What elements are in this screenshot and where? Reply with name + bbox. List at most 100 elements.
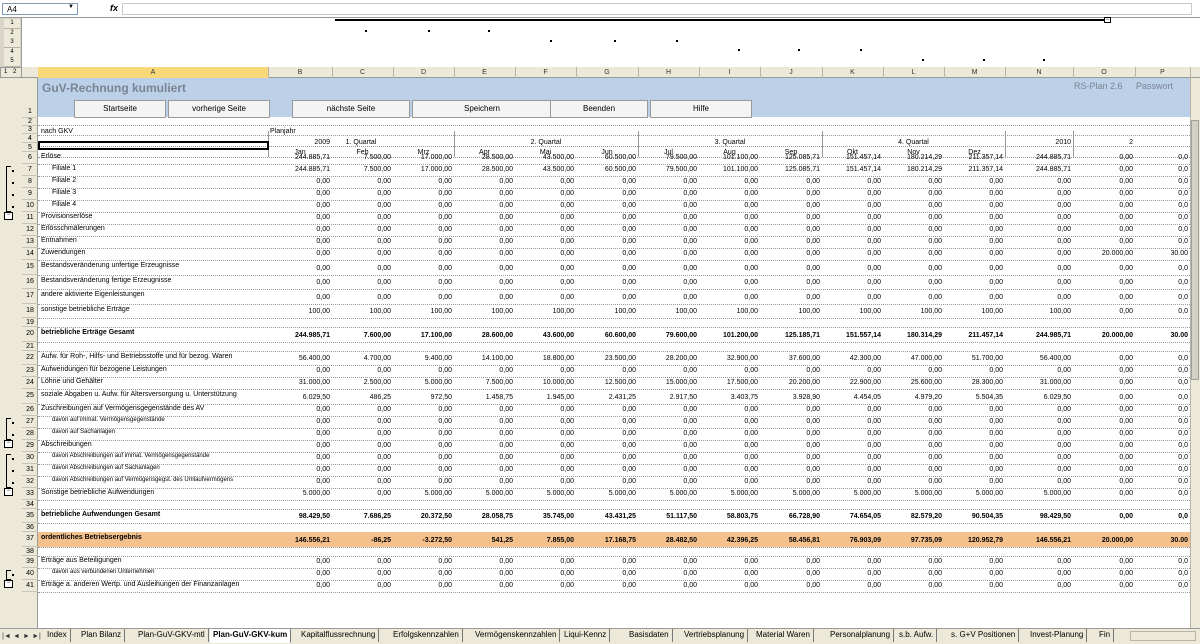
cell-e[interactable]: 0,00 [454, 214, 515, 221]
column-header-p[interactable]: P [1135, 67, 1191, 78]
cell-m[interactable]: 0,00 [944, 238, 1005, 245]
cell-i[interactable]: 0,00 [699, 294, 760, 301]
cell-j[interactable]: 0,00 [760, 279, 822, 286]
table-row[interactable]: soziale Abgaben u. Aufw. für Altersverso… [38, 389, 1190, 404]
cell-j[interactable]: 0,00 [760, 190, 822, 197]
sheet-tab-fin[interactable]: Fin [1096, 629, 1115, 642]
cell-h[interactable]: 0,00 [638, 178, 699, 185]
cell-g[interactable]: 0,00 [576, 570, 638, 577]
cell-p[interactable]: 0,0 [1135, 355, 1190, 362]
cell-m[interactable]: 5.000,00 [944, 490, 1005, 497]
cell-j[interactable]: 0,00 [760, 478, 822, 485]
cell-k[interactable]: 0,00 [822, 582, 883, 589]
cell-l[interactable]: 47.000,00 [883, 355, 944, 362]
cell-m[interactable]: 0,00 [944, 202, 1005, 209]
row-header-35[interactable]: 35 [22, 509, 38, 523]
cell-c[interactable]: 0,00 [332, 279, 393, 286]
cell-b[interactable]: 0,00 [268, 367, 332, 374]
cell-i[interactable]: 0,00 [699, 442, 760, 449]
cell-l[interactable]: 0,00 [883, 294, 944, 301]
cell-i[interactable]: 0,00 [699, 265, 760, 272]
cell-j[interactable]: 0,00 [760, 570, 822, 577]
cell-k[interactable]: 0,00 [822, 570, 883, 577]
cell-d[interactable]: -3.272,50 [393, 537, 454, 544]
cell-i[interactable]: 101.200,00 [699, 332, 760, 339]
cell-e[interactable]: 0,00 [454, 367, 515, 374]
cell-o[interactable]: 0,00 [1073, 178, 1135, 185]
cell-m[interactable]: 120.952,79 [944, 537, 1005, 544]
cell-d[interactable]: 0,00 [393, 418, 454, 425]
level-2-button[interactable]: 2 [13, 69, 16, 75]
cell-b[interactable]: 0,00 [268, 570, 332, 577]
cell-c[interactable]: 0,00 [332, 202, 393, 209]
level-1-button[interactable]: 1 [4, 69, 7, 75]
cell-l[interactable]: 0,00 [883, 178, 944, 185]
cell-b[interactable]: 0,00 [268, 582, 332, 589]
cell-p[interactable]: 0,0 [1135, 513, 1190, 520]
cell-c[interactable]: 7.600,00 [332, 332, 393, 339]
cell-b[interactable]: 98.429,50 [268, 513, 332, 520]
cell-c[interactable]: 486,25 [332, 394, 393, 401]
cell-k[interactable]: 0,00 [822, 367, 883, 374]
sheet-tab-plan-bilanz[interactable]: Plan Bilanz [78, 629, 126, 642]
cell-m[interactable]: 28.300,00 [944, 379, 1005, 386]
cell-m[interactable]: 211.357,14 [944, 154, 1005, 161]
cell-o[interactable]: 0,00 [1073, 406, 1135, 413]
cell-f[interactable]: 43.500,00 [515, 166, 576, 173]
cell-p[interactable]: 0,0 [1135, 154, 1190, 161]
cell-o[interactable]: 0,00 [1073, 558, 1135, 565]
row-header-4[interactable]: 4 [22, 134, 38, 143]
row-header-10[interactable]: 10 [22, 200, 38, 212]
cell-b[interactable]: 56.400,00 [268, 355, 332, 362]
cell-l[interactable]: 0,00 [883, 250, 944, 257]
cell-c[interactable]: 4.700,00 [332, 355, 393, 362]
cell-i[interactable]: 0,00 [699, 214, 760, 221]
cell-j[interactable]: 0,00 [760, 238, 822, 245]
column-header-j[interactable]: J [760, 67, 823, 78]
cell-d[interactable]: 0,00 [393, 570, 454, 577]
cell-h[interactable]: 28.482,50 [638, 537, 699, 544]
cell-i[interactable]: 0,00 [699, 202, 760, 209]
cell-c[interactable]: 0,00 [332, 478, 393, 485]
cell-l[interactable]: 0,00 [883, 202, 944, 209]
cell-j[interactable]: 3.928,90 [760, 394, 822, 401]
cell-k[interactable]: 0,00 [822, 238, 883, 245]
cell-i[interactable]: 42.396,25 [699, 537, 760, 544]
cell-g[interactable]: 0,00 [576, 265, 638, 272]
cell-o[interactable]: 0,00 [1073, 430, 1135, 437]
column-header-n[interactable]: N [1005, 67, 1074, 78]
fx-icon[interactable]: fx [110, 3, 118, 13]
cell-b[interactable]: 244.885,71 [268, 166, 332, 173]
row-header-8[interactable]: 8 [22, 176, 38, 188]
cell-c[interactable]: 0,00 [332, 190, 393, 197]
sheet-tab-liqui-kennz[interactable]: Liqui-Kennz [561, 629, 611, 642]
cell-e[interactable]: 541,25 [454, 537, 515, 544]
sheet-tab-s-b-aufw-[interactable]: s.b. Aufw. [896, 629, 938, 642]
cell-o[interactable]: 0,00 [1073, 367, 1135, 374]
cell-j[interactable]: 0,00 [760, 442, 822, 449]
cell-j[interactable]: 37.600,00 [760, 355, 822, 362]
cell-j[interactable]: 0,00 [760, 250, 822, 257]
cell-h[interactable]: 0,00 [638, 202, 699, 209]
cell-g[interactable]: 0,00 [576, 418, 638, 425]
cell-k[interactable]: 151.457,14 [822, 166, 883, 173]
cell-b[interactable]: 0,00 [268, 250, 332, 257]
cell-b[interactable]: 0,00 [268, 466, 332, 473]
cell-j[interactable]: 125.085,71 [760, 166, 822, 173]
cell-c[interactable]: 0,00 [332, 367, 393, 374]
cell-c[interactable]: 0,00 [332, 466, 393, 473]
cell-b[interactable]: 0,00 [268, 226, 332, 233]
cell-n[interactable]: 56.400,00 [1005, 355, 1073, 362]
cell-d[interactable]: 0,00 [393, 430, 454, 437]
cell-i[interactable]: 5.000,00 [699, 490, 760, 497]
cell-e[interactable]: 0,00 [454, 190, 515, 197]
cell-l[interactable]: 0,00 [883, 570, 944, 577]
cell-h[interactable]: 28.200,00 [638, 355, 699, 362]
cell-c[interactable]: 0,00 [332, 406, 393, 413]
row-header-34[interactable]: 34 [22, 500, 38, 509]
cell-n[interactable]: 0,00 [1005, 466, 1073, 473]
row-header-6[interactable]: 6 [22, 152, 38, 164]
cell-e[interactable]: 28.500,00 [454, 166, 515, 173]
cell-d[interactable]: 20.372,50 [393, 513, 454, 520]
cell-g[interactable]: 60.500,00 [576, 166, 638, 173]
